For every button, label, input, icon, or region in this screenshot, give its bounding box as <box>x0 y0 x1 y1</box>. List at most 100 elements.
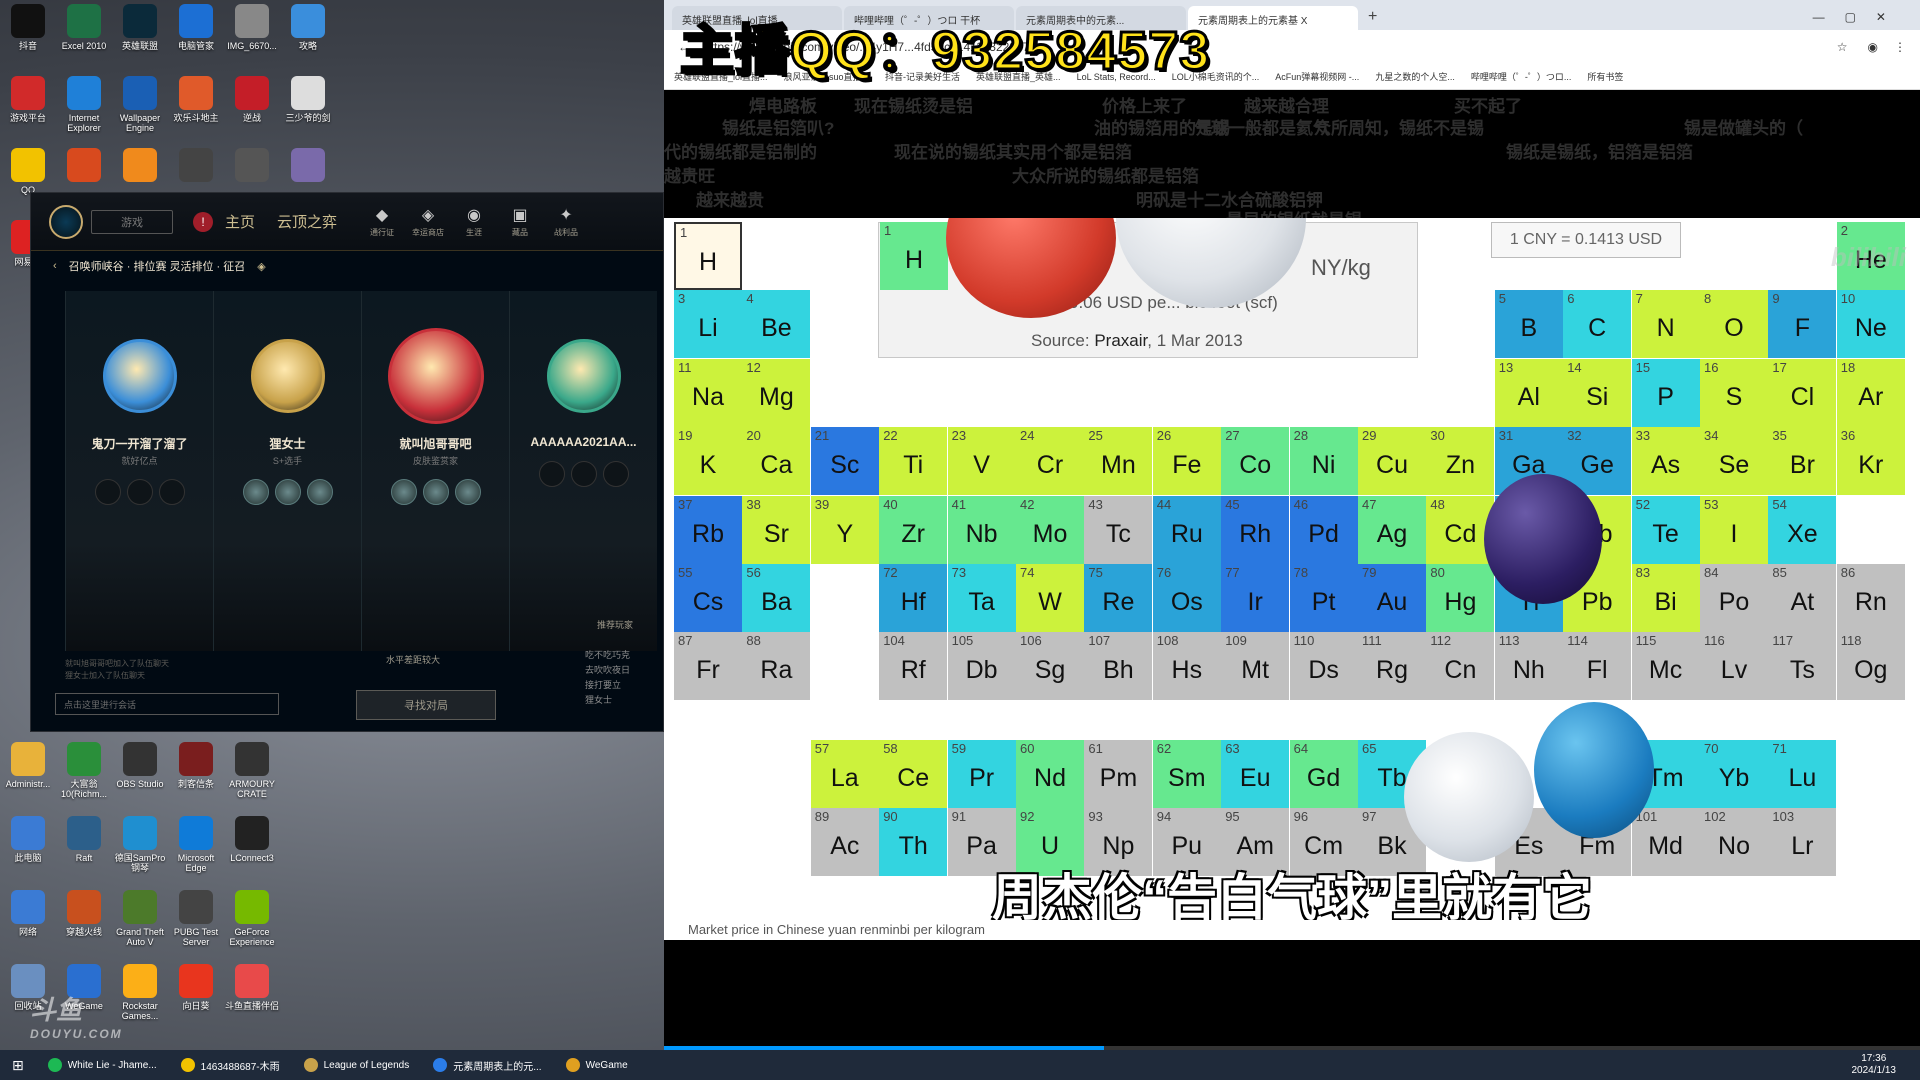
element-cell: 107 Bh <box>1084 632 1153 701</box>
alert-icon[interactable]: ! <box>193 211 213 232</box>
player-card[interactable]: 就叫旭哥哥吧 皮肤鉴赏家 <box>361 291 509 651</box>
info-icon[interactable]: ◈ <box>257 260 265 273</box>
role-icon <box>602 461 629 487</box>
find-match-button[interactable]: 寻找对局 <box>356 690 496 720</box>
douyu-watermark: 斗鱼 DOUYU.COM <box>30 990 123 1041</box>
bookmark-item[interactable]: AcFun弹幕视频网 -... <box>1275 70 1359 83</box>
player-card[interactable]: AAAAAA2021AA... <box>509 291 657 651</box>
desktop-icon[interactable]: 欢乐斗地主 <box>168 76 224 123</box>
taskbar-app[interactable]: White Lie - Jhame... <box>36 1050 169 1080</box>
recommended-players[interactable]: 推荐玩家 <box>597 618 633 631</box>
blue-balloon-icon <box>1534 702 1654 838</box>
desktop-icon[interactable]: Microsoft Edge <box>168 816 224 873</box>
atomic-number: 41 <box>951 496 967 512</box>
desktop-icon[interactable]: Administr... <box>0 742 56 789</box>
element-cell: 37 Rb <box>674 495 742 564</box>
player-title: 就好亿点 <box>121 456 158 466</box>
nav-shop-icon[interactable]: ◈ 幸运商店 <box>405 205 451 238</box>
back-arrow-icon[interactable]: ‹ <box>53 260 57 272</box>
system-clock[interactable]: 17:36 2024/1/13 <box>1852 1053 1897 1077</box>
nav-tft[interactable]: 云顶之弈 <box>277 211 337 232</box>
desktop-icon[interactable]: LConnect3 <box>224 816 280 863</box>
element-cell: 78 Pt <box>1289 564 1358 632</box>
element-cell: 87 Fr <box>674 632 742 701</box>
desktop-icon[interactable]: Wallpaper Engine <box>112 76 168 133</box>
atomic-number: 79 <box>1362 565 1377 580</box>
invite-item[interactable]: 吃不吃巧克 <box>585 648 630 663</box>
desktop-icon[interactable]: GeForce Experience <box>224 890 280 947</box>
desktop-icon[interactable]: Internet Explorer <box>56 76 112 133</box>
desktop-icon[interactable]: ARMOURY CRATE <box>224 742 280 799</box>
window-controls[interactable]: —▢✕ <box>1799 10 1920 30</box>
desktop-icon[interactable]: 此电脑 <box>0 816 56 863</box>
bookmark-item[interactable]: 哔哩哔哩（゜-゜）つロ... <box>1471 70 1572 83</box>
desktop-icon[interactable]: 刺客信条 <box>168 742 224 789</box>
taskbar-app-icon <box>47 1058 62 1072</box>
star-icon[interactable]: ☆ <box>1837 40 1848 54</box>
new-tab-button[interactable]: + <box>1360 8 1385 30</box>
element-symbol: Al <box>1517 382 1540 411</box>
desktop-icon[interactable]: 三少爷的剑 <box>280 76 336 123</box>
element-cell: 108 Hs <box>1152 632 1221 701</box>
desktop-icon[interactable]: 抖音 <box>0 4 56 51</box>
element-cell: 74 W <box>1016 564 1084 632</box>
desktop-icon[interactable]: PUBG Test Server <box>168 890 224 947</box>
start-button[interactable]: ⊞ <box>0 1050 36 1080</box>
desktop-icon[interactable]: 穿越火线 <box>56 890 112 937</box>
desktop-icon[interactable]: 网络 <box>0 890 56 937</box>
bookmark-item[interactable]: 所有书签 <box>1587 70 1623 83</box>
nav-pass-icon[interactable]: ◆ 通行证 <box>359 205 405 238</box>
app-icon <box>123 4 157 38</box>
desktop-icon[interactable]: Excel 2010 <box>56 4 112 51</box>
desktop-icon[interactable]: Raft <box>56 816 112 863</box>
desktop-icon[interactable]: 逆战 <box>224 76 280 123</box>
browser-tab-active[interactable]: 元素周期表上的元素基 X <box>1188 6 1358 30</box>
desktop-icon[interactable]: 向日葵 <box>168 964 224 1011</box>
desktop-icon[interactable]: QQ <box>0 148 56 195</box>
desktop-icon[interactable]: IMG_6670... <box>224 4 280 51</box>
app-icon <box>235 4 269 38</box>
desktop-icon[interactable]: 攻略 <box>280 4 336 51</box>
role-slots <box>362 479 509 505</box>
nav-collection-icon[interactable]: ▣ 藏品 <box>497 205 543 238</box>
nav-home[interactable]: 主页 <box>225 211 255 232</box>
taskbar-app[interactable]: WeGame <box>554 1050 640 1080</box>
desktop-icon[interactable]: 斗鱼直播伴侣 <box>224 964 280 1011</box>
taskbar-apps: White Lie - Jhame... 1463488687-木雨 League … <box>36 1050 640 1080</box>
desktop-icon[interactable]: Grand Theft Auto V <box>112 890 168 947</box>
nav-loot-icon[interactable]: ✦ 战利品 <box>543 205 589 238</box>
desktop-icon[interactable] <box>280 148 336 185</box>
invite-item[interactable]: 去吹吹夜日 <box>585 663 630 678</box>
invite-item[interactable]: 狸女士 <box>585 693 630 708</box>
desktop-icon[interactable]: 电脑管家 <box>168 4 224 51</box>
taskbar-app[interactable]: 元素周期表上的元... <box>421 1050 553 1080</box>
player-card[interactable]: 鬼刀一开溜了溜了 就好亿点 <box>65 291 213 651</box>
desktop-icon[interactable]: 德国SamPro 钢琴 <box>112 816 168 873</box>
desktop-icon[interactable]: 游戏平台 <box>0 76 56 123</box>
desktop-icon[interactable]: 英雄联盟 <box>112 4 168 51</box>
element-symbol: Mo <box>1032 519 1068 548</box>
player-card[interactable]: 狸女士 S+选手 <box>213 291 361 651</box>
atomic-number: 106 <box>1020 633 1042 649</box>
desktop-icon[interactable] <box>56 148 112 185</box>
taskbar-app[interactable]: League of Legends <box>292 1050 422 1080</box>
desktop-icon-label: 攻略 <box>298 41 317 51</box>
league-logo-icon[interactable] <box>49 204 83 239</box>
desktop-icon[interactable] <box>224 148 280 185</box>
desktop-icon[interactable] <box>168 148 224 185</box>
profile-icon[interactable]: ◉ <box>1868 40 1878 54</box>
menu-icon[interactable]: ⋮ <box>1894 40 1906 54</box>
desktop-icon[interactable]: OBS Studio <box>112 742 168 789</box>
invite-item[interactable]: 接打要立 <box>585 678 630 693</box>
player-name: 就叫旭哥哥吧 <box>399 437 472 451</box>
element-cell: 75 Re <box>1084 564 1153 632</box>
taskbar-app[interactable]: 1463488687-木雨 <box>169 1050 292 1080</box>
desktop-icon[interactable]: 大富翁10(Richm... <box>56 742 112 799</box>
chat-input[interactable]: 点击这里进行会话 <box>55 693 279 715</box>
nav-profile-icon[interactable]: ◉ 生涯 <box>451 205 497 238</box>
video-frame[interactable]: NY/kg 0.06 USD pe... bic foot (scf) Sour… <box>664 218 1920 920</box>
desktop-icon[interactable] <box>112 148 168 185</box>
bookmark-item[interactable]: 九星之数的个人空... <box>1375 70 1455 83</box>
nav-icon-label: 生涯 <box>466 228 483 237</box>
play-button[interactable]: 游戏 <box>91 209 173 234</box>
